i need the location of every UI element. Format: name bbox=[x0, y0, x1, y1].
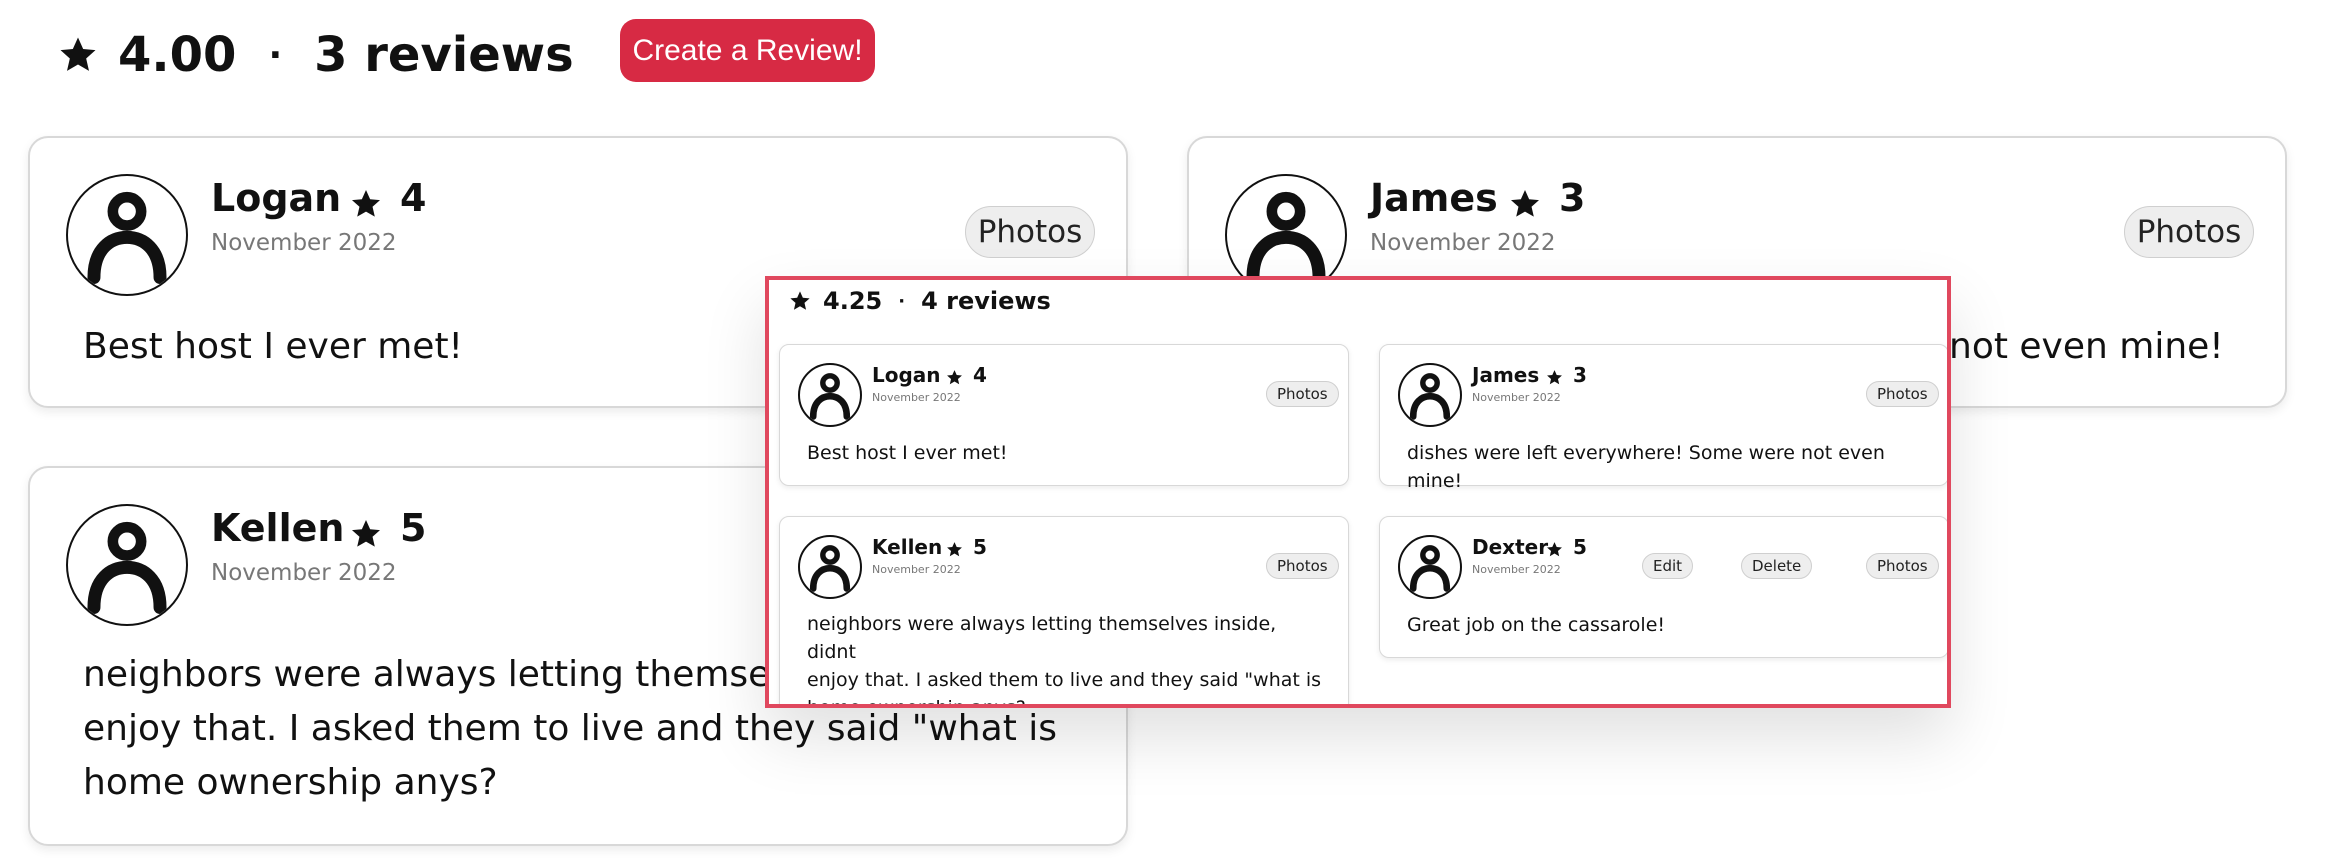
photos-button[interactable]: Photos bbox=[2124, 206, 2254, 258]
review-text-line: enjoy that. I asked them to live and the… bbox=[807, 669, 1322, 691]
review-date: November 2022 bbox=[872, 563, 961, 576]
review-text-line: home ownership anys? bbox=[83, 762, 498, 803]
photos-button[interactable]: Photos bbox=[965, 206, 1095, 258]
review-rating: 3 bbox=[1573, 363, 1587, 387]
star-icon bbox=[946, 541, 963, 558]
review-date: November 2022 bbox=[1370, 230, 1556, 256]
reviewer-name: James bbox=[1370, 176, 1498, 220]
photos-button[interactable]: Photos bbox=[1866, 553, 1939, 579]
star-icon bbox=[789, 290, 811, 312]
modal-average-rating: 4.25 bbox=[823, 287, 883, 315]
rating-summary: 4.00 · 3 reviews bbox=[58, 20, 574, 90]
star-icon bbox=[350, 188, 382, 220]
reviewer-name: Kellen bbox=[211, 506, 345, 550]
star-icon bbox=[1546, 369, 1563, 386]
review-text: neighbors were always letting themselves… bbox=[807, 610, 1327, 708]
separator-dot: · bbox=[898, 290, 906, 312]
photos-button[interactable]: Photos bbox=[1866, 381, 1939, 407]
reviewer-name: Kellen bbox=[872, 535, 943, 559]
user-avatar-icon bbox=[1398, 535, 1462, 599]
review-rating: 5 bbox=[973, 535, 987, 559]
review-text-line: home ownership anys? bbox=[807, 697, 1026, 708]
review-text: not even mine! bbox=[1949, 326, 2224, 367]
reviews-modal: 4.25 · 4 reviews Logan 4 November 2022 P… bbox=[765, 276, 1951, 708]
review-rating: 5 bbox=[1573, 535, 1587, 559]
reviewer-name: James bbox=[1472, 363, 1540, 387]
delete-button[interactable]: Delete bbox=[1741, 553, 1813, 579]
review-date: November 2022 bbox=[211, 560, 397, 586]
review-date: November 2022 bbox=[872, 391, 961, 404]
star-icon bbox=[1546, 541, 1563, 558]
star-icon bbox=[58, 35, 98, 75]
review-text: Best host I ever met! bbox=[807, 442, 1008, 464]
review-text: dishes were left everywhere! Some were n… bbox=[1407, 442, 1885, 492]
review-rating: 4 bbox=[973, 363, 987, 387]
review-text-line: enjoy that. I asked them to live and the… bbox=[83, 708, 1058, 749]
photos-button[interactable]: Photos bbox=[1266, 553, 1339, 579]
modal-review-count: 4 reviews bbox=[921, 287, 1051, 315]
user-avatar-icon bbox=[798, 535, 862, 599]
modal-review-card-logan: Logan 4 November 2022 Photos Best host I… bbox=[779, 344, 1349, 486]
star-icon bbox=[1509, 188, 1541, 220]
separator-dot: · bbox=[268, 34, 283, 76]
create-review-button[interactable]: Create a Review! bbox=[620, 19, 875, 82]
modal-review-card-dexter: Dexter 5 November 2022 Edit Delete Photo… bbox=[1379, 516, 1947, 658]
star-icon bbox=[350, 518, 382, 550]
user-avatar-icon bbox=[66, 504, 188, 626]
reviewer-name: Dexter bbox=[1472, 535, 1549, 559]
reviewer-name: Logan bbox=[211, 176, 342, 220]
edit-button[interactable]: Edit bbox=[1642, 553, 1694, 579]
review-rating: 3 bbox=[1559, 176, 1586, 220]
user-avatar-icon bbox=[798, 363, 862, 427]
user-avatar-icon bbox=[66, 174, 188, 296]
review-rating: 5 bbox=[400, 506, 427, 550]
average-rating: 4.00 bbox=[118, 27, 237, 83]
reviewer-name: Logan bbox=[872, 363, 941, 387]
review-count: 3 reviews bbox=[314, 27, 574, 83]
modal-review-card-kellen: Kellen 5 November 2022 Photos neighbors … bbox=[779, 516, 1349, 708]
modal-review-card-james: James 3 November 2022 Photos dishes were… bbox=[1379, 344, 1947, 492]
modal-rating-summary: 4.25 · 4 reviews bbox=[789, 286, 1051, 316]
review-text: Best host I ever met! bbox=[83, 326, 463, 367]
review-text: Great job on the cassarole! bbox=[1407, 614, 1666, 636]
review-date: November 2022 bbox=[1472, 391, 1561, 404]
user-avatar-icon bbox=[1398, 363, 1462, 427]
star-icon bbox=[946, 369, 963, 386]
review-date: November 2022 bbox=[1472, 563, 1561, 576]
review-date: November 2022 bbox=[211, 230, 397, 256]
review-text-line: neighbors were always letting themselves… bbox=[807, 613, 1277, 663]
photos-button[interactable]: Photos bbox=[1266, 381, 1339, 407]
review-rating: 4 bbox=[400, 176, 427, 220]
